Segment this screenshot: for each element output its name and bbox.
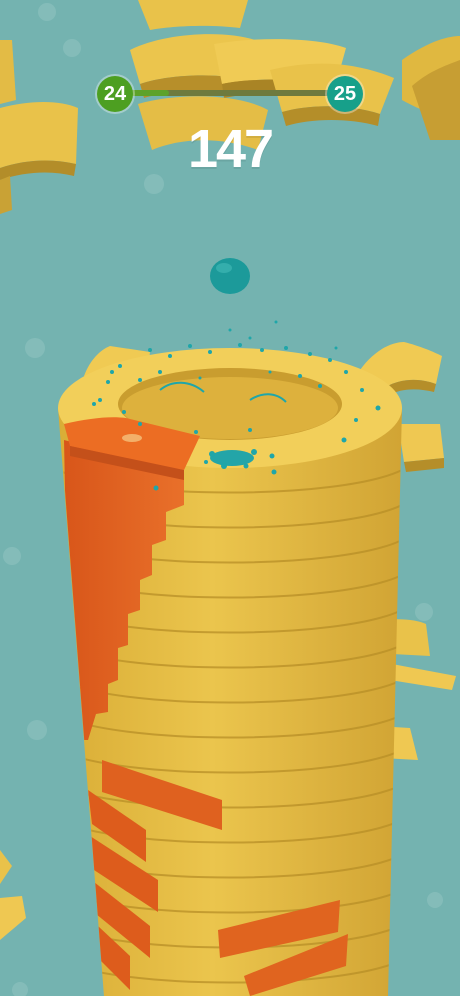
score-counter: 147 xyxy=(187,119,274,179)
hud: 24 25 147 xyxy=(0,0,460,200)
level-progress-bar xyxy=(128,90,332,96)
current-level-badge: 24 xyxy=(97,76,133,112)
ball-icon xyxy=(210,258,250,294)
level-progress-fill xyxy=(128,90,169,96)
helix-tower xyxy=(58,348,402,996)
next-level-badge: 25 xyxy=(327,76,363,112)
slab-highlight xyxy=(122,434,142,442)
